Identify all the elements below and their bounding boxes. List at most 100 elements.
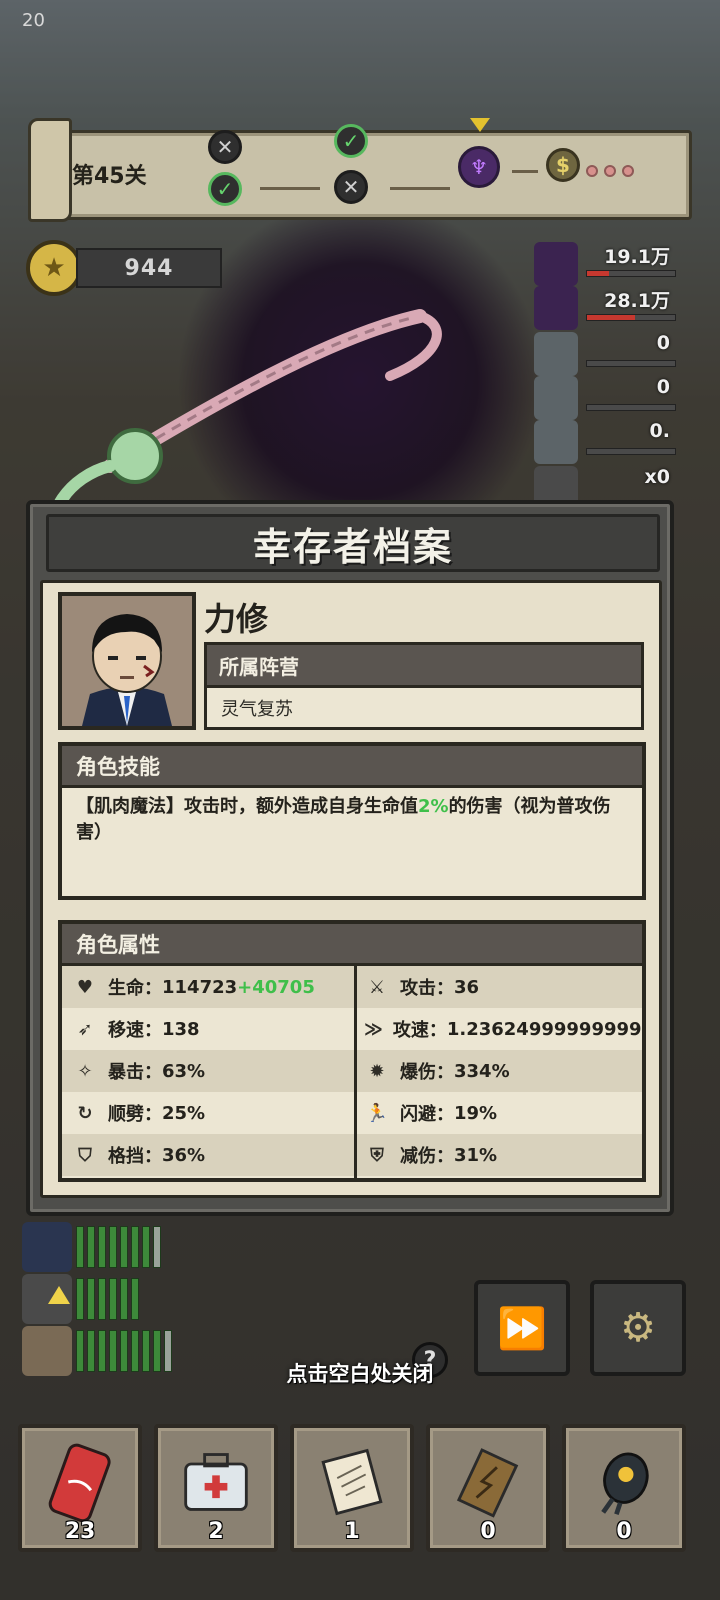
hp-segment [98,1278,106,1320]
skill-highlight-value: 2% [418,796,449,817]
nuke-bomb-icon [588,1446,660,1518]
attr-value: 1.2362499999999998 [446,1018,642,1040]
attr-block: ⛉ 格挡： 36% [72,1134,205,1176]
dragon-thumb-icon [534,286,578,330]
wolf-thumb-icon [534,420,578,464]
hp-segment [76,1226,84,1268]
attr-value: 138 [162,1018,200,1040]
team-member[interactable] [22,1274,182,1326]
attr-label: 生命： [108,978,162,999]
enemy-hp-row: 0 [534,332,684,378]
shield-icon: ⛉ [78,1144,92,1166]
level-label: 第45关 [72,164,147,189]
attr-hp: ♥ 生命： 114723 +40705 [72,966,315,1008]
character-portrait [58,592,196,730]
speed-icon: ≫ [364,1018,383,1040]
coin-icon: ★ [26,240,82,296]
attr-crit-damage: ✹ 爆伤： 334% [364,1050,510,1092]
skill-text-part: 【肌肉魔法】攻击时，额外造成自身生命值 [76,796,418,817]
current-stage-marker-icon [470,118,490,132]
enemy-hp-bar [586,360,676,367]
attr-cleave: ↻ 顺劈： 25% [72,1092,205,1134]
enemy-hp-bar [586,448,676,455]
hp-segment [120,1278,128,1320]
attr-value: 36 [454,976,480,998]
burst-icon: ✹ [369,1060,385,1082]
avatar [22,1222,72,1272]
path-divider [512,170,538,173]
wolf-thumb-icon [534,332,578,376]
hp-segment [153,1226,161,1268]
warning-icon [48,1286,70,1304]
enemy-hp-value: 19.1万 [604,246,670,268]
close-hint-text[interactable]: 点击空白处关闭 [0,1358,720,1388]
gear-icon: ⚙ [620,1305,656,1351]
attr-dodge: 🏃 闪避： 19% [364,1092,497,1134]
attr-label: 攻速： [392,1020,447,1041]
scroll-icon [316,1446,388,1518]
enemy-hp-row: 28.1万 [534,286,684,332]
attributes-section: 角色属性 ♥ 生命： 114723 +40705 ⚔ 攻击： 36 ➶ 移速： … [58,920,646,1182]
check-icon: ✓ [334,124,368,158]
enemy-hp-row: 0 [534,376,684,422]
dragon-thumb-icon [534,242,578,286]
skill-header: 角色技能 [62,746,642,788]
team-hp-bars [76,1226,161,1268]
enemy-hp-bar [586,314,676,321]
attr-label: 格挡： [108,1146,162,1167]
panel-title: 幸存者档案 [252,524,453,569]
attr-value: 36% [162,1144,206,1166]
item-count: 2 [208,1519,224,1544]
faction-value: 灵气复苏 [204,688,644,730]
crossed-swords-icon: ✕ [208,130,242,164]
enemy-hp-bar [586,404,676,411]
armor-icon: ⛨ [370,1144,384,1166]
attr-label: 减伤： [400,1146,454,1167]
attr-value: 19% [454,1102,498,1124]
item-slot-scroll[interactable]: 1 [290,1424,414,1552]
cleave-icon: ↻ [77,1102,93,1124]
attr-value: 334% [454,1060,510,1082]
enemy-hp-value: 0 [656,376,670,398]
team-member[interactable] [22,1222,182,1274]
avatar [62,596,192,726]
attr-attack-speed: ≫ 攻速： 1.2362499999999998 [364,1008,642,1050]
scroll-icon [28,118,72,222]
team-hp-bars [76,1278,139,1320]
hp-segment [98,1226,106,1268]
attr-value: 63% [162,1060,206,1082]
crossed-swords-icon: ✕ [334,170,368,204]
boot-icon: ➶ [77,1018,93,1040]
item-slot-lightning-board[interactable]: 0 [426,1424,550,1552]
treasure-bag-icon: $ [546,148,580,182]
attr-label: 移速： [108,1020,162,1041]
reward-dots [586,165,634,177]
attr-move-speed: ➶ 移速： 138 [72,1008,200,1050]
hp-segment [131,1226,139,1268]
item-slot-medkit[interactable]: 2 [154,1424,278,1552]
attr-label: 闪避： [400,1104,454,1125]
hp-segment [87,1226,95,1268]
hp-segment [109,1226,117,1268]
hp-segment [109,1278,117,1320]
attr-value: 31% [454,1144,498,1166]
path-divider [260,187,320,190]
item-count: 0 [480,1519,496,1544]
enemy-hp-value: x0 [644,466,670,488]
attr-label: 爆伤： [400,1062,454,1083]
medkit-icon [180,1446,252,1518]
coin-counter: 944 [76,248,222,288]
check-icon: ✓ [208,172,242,206]
hp-segment [76,1278,84,1320]
running-man-icon: 🏃 [365,1102,389,1124]
item-slot-cola[interactable]: 23 [18,1424,142,1552]
attr-label: 顺劈： [108,1104,162,1125]
item-slot-nuke[interactable]: 0 [562,1424,686,1552]
wolf-thumb-icon [534,376,578,420]
lightning-board-icon [452,1446,524,1518]
hp-segment [142,1226,150,1268]
path-divider [390,187,450,190]
hp-segment [120,1226,128,1268]
hp-segment [87,1278,95,1320]
character-name: 力修 [204,600,269,638]
